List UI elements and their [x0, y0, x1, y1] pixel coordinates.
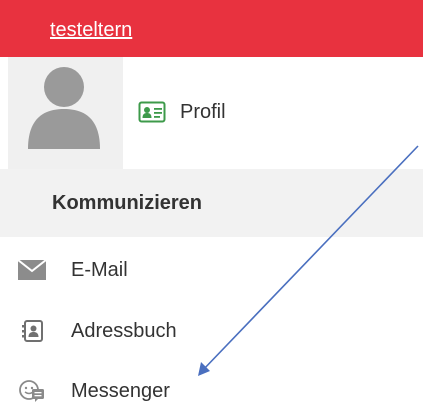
- envelope-icon: [17, 260, 47, 280]
- menu-item-messenger[interactable]: Messenger: [0, 369, 260, 413]
- top-bar: testeltern: [0, 0, 423, 57]
- section-title: Kommunizieren: [52, 192, 203, 214]
- profile-link[interactable]: Profil: [138, 96, 226, 128]
- menu-item-email[interactable]: E-Mail: [0, 248, 260, 292]
- id-card-icon: [138, 101, 166, 123]
- avatar[interactable]: [8, 57, 123, 169]
- section-header-kommunizieren: Kommunizieren: [0, 169, 423, 237]
- username-link[interactable]: testeltern: [50, 19, 132, 42]
- address-book-icon: [17, 319, 47, 343]
- chat-bubbles-icon: [17, 379, 47, 403]
- menu-item-address-book[interactable]: Adressbuch: [0, 309, 260, 353]
- profile-row: Profil: [0, 57, 423, 169]
- menu-item-label: E-Mail: [71, 258, 128, 281]
- user-silhouette-icon: [28, 67, 100, 149]
- profile-link-label: Profil: [180, 100, 226, 123]
- menu-item-label: Adressbuch: [71, 319, 177, 342]
- menu-item-label: Messenger: [71, 379, 170, 402]
